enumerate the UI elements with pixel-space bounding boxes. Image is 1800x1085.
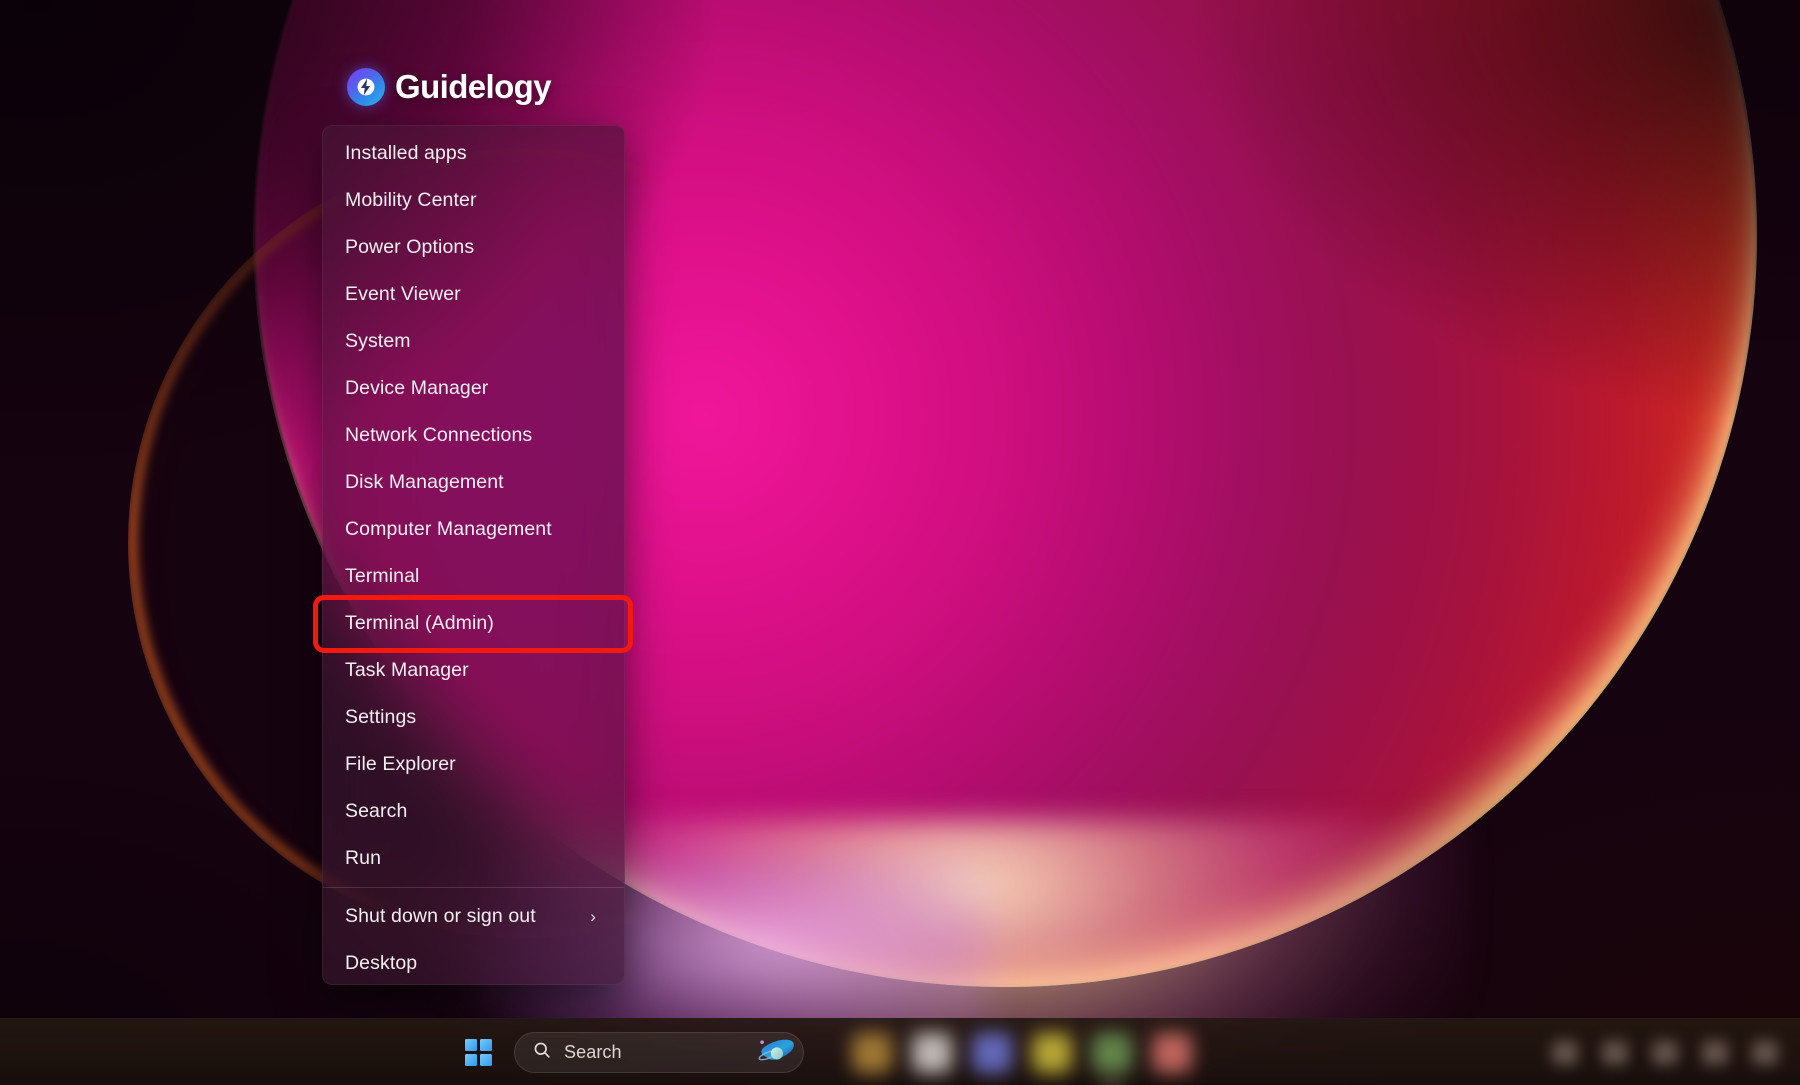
taskbar-search-box[interactable]: Search — [514, 1032, 804, 1073]
copilot-planet-icon[interactable] — [756, 1034, 796, 1071]
menu-item-terminal-admin[interactable]: Terminal (Admin) — [323, 600, 624, 647]
pinned-app-2[interactable] — [912, 1032, 952, 1073]
brand-logo: Guidelogy — [347, 68, 552, 106]
start-button[interactable] — [458, 1033, 498, 1073]
desktop-screen: Guidelogy Installed apps Mobility Center P… — [0, 0, 1800, 1085]
menu-item-label: Power Options — [345, 236, 475, 258]
menu-item-label: Device Manager — [345, 377, 489, 399]
menu-item-label: Network Connections — [345, 424, 533, 446]
menu-item-label: Settings — [345, 706, 417, 728]
power-user-menu[interactable]: Installed apps Mobility Center Power Optio… — [322, 125, 625, 985]
menu-item-network-connections[interactable]: Network Connections — [323, 412, 624, 459]
menu-item-system[interactable]: System — [323, 318, 624, 365]
menu-item-label: Desktop — [345, 952, 418, 974]
menu-item-file-explorer[interactable]: File Explorer — [323, 741, 624, 788]
tray-item-3[interactable] — [1652, 1040, 1678, 1065]
tray-item-2[interactable] — [1602, 1040, 1628, 1065]
menu-item-label: Task Manager — [345, 659, 469, 681]
menu-item-event-viewer[interactable]: Event Viewer — [323, 271, 624, 318]
menu-item-mobility-center[interactable]: Mobility Center — [323, 177, 624, 224]
menu-item-installed-apps[interactable]: Installed apps — [323, 130, 624, 177]
menu-item-label: System — [345, 330, 411, 352]
menu-item-shut-down-or-sign-out[interactable]: Shut down or sign out › — [323, 893, 624, 940]
brand-name: Guidelogy — [395, 68, 552, 105]
menu-item-search[interactable]: Search — [323, 788, 624, 835]
taskbar-pinned-apps — [852, 1019, 1192, 1085]
menu-item-label: Search — [345, 800, 408, 822]
menu-item-disk-management[interactable]: Disk Management — [323, 459, 624, 506]
menu-item-device-manager[interactable]: Device Manager — [323, 365, 624, 412]
menu-item-label: Shut down or sign out — [345, 905, 536, 927]
search-input[interactable]: Search — [564, 1042, 744, 1063]
taskbar-system-tray — [1552, 1019, 1778, 1085]
pinned-app-6[interactable] — [1152, 1032, 1192, 1073]
menu-item-label: Mobility Center — [345, 189, 477, 211]
tray-item-1[interactable] — [1552, 1040, 1578, 1065]
tray-item-5[interactable] — [1752, 1040, 1778, 1065]
pinned-app-3[interactable] — [972, 1032, 1012, 1073]
menu-item-label: Disk Management — [345, 471, 504, 493]
menu-item-settings[interactable]: Settings — [323, 694, 624, 741]
menu-item-label: Computer Management — [345, 518, 552, 540]
desktop-wallpaper — [0, 0, 1800, 1085]
wallpaper-vignette — [0, 0, 1800, 1085]
taskbar: Search — [0, 1018, 1800, 1085]
pinned-app-4[interactable] — [1032, 1032, 1072, 1073]
menu-item-label: Event Viewer — [345, 283, 461, 305]
menu-item-run[interactable]: Run — [323, 835, 624, 882]
pinned-app-5[interactable] — [1092, 1032, 1132, 1073]
lightning-bolt-circle-icon — [347, 68, 385, 106]
menu-item-label: Terminal — [345, 565, 420, 587]
power-user-menu-group-power: Shut down or sign out › Desktop — [323, 893, 624, 984]
taskbar-center-group: Search — [0, 1019, 804, 1085]
windows-logo-icon — [464, 1039, 492, 1066]
menu-item-label: Installed apps — [345, 142, 467, 164]
menu-separator — [323, 887, 624, 888]
search-icon — [532, 1040, 552, 1065]
menu-item-task-manager[interactable]: Task Manager — [323, 647, 624, 694]
menu-item-label: Terminal (Admin) — [345, 612, 494, 634]
tray-item-4[interactable] — [1702, 1040, 1728, 1065]
menu-item-computer-management[interactable]: Computer Management — [323, 506, 624, 553]
pinned-app-1[interactable] — [852, 1032, 892, 1073]
menu-item-desktop[interactable]: Desktop — [323, 940, 624, 984]
menu-item-label: Run — [345, 847, 382, 869]
chevron-right-icon: › — [590, 907, 596, 926]
menu-item-terminal[interactable]: Terminal — [323, 553, 624, 600]
menu-item-power-options[interactable]: Power Options — [323, 224, 624, 271]
power-user-menu-group-main: Installed apps Mobility Center Power Optio… — [323, 130, 624, 882]
menu-item-label: File Explorer — [345, 753, 456, 775]
